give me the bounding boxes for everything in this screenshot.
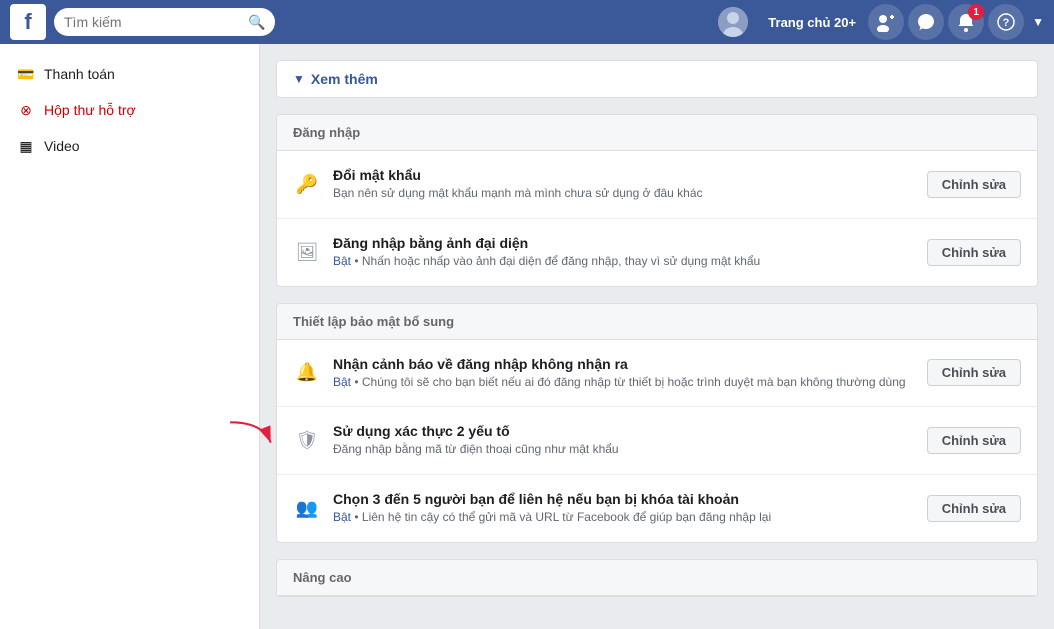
canh-bao-title: Nhận cảnh báo về đăng nhập không nhận ra bbox=[333, 356, 915, 372]
ban-be-content: Chọn 3 đến 5 người bạn để liên hệ nếu bạ… bbox=[333, 491, 915, 526]
sidebar-item-thanh-toan[interactable]: 💳 Thanh toán bbox=[0, 56, 259, 92]
bell-icon: 🔔 bbox=[293, 359, 321, 387]
ban-be-desc-text: • Liên hệ tin cậy có thể gửi mã và URL t… bbox=[354, 510, 771, 524]
nang-cao-header: Nâng cao bbox=[277, 560, 1037, 596]
xem-them-card: ▼ Xem thêm bbox=[276, 60, 1038, 98]
canh-bao-desc-text: • Chúng tôi sẽ cho bạn biết nếu ai đó đă… bbox=[354, 375, 905, 389]
sidebar-label-thanh-toan: Thanh toán bbox=[44, 66, 115, 82]
xac-thuc-content: Sử dụng xác thực 2 yếu tố Đăng nhập bằng… bbox=[333, 423, 915, 458]
anh-dai-dien-desc: Bật • Nhấn hoặc nhấp vào ảnh đại diện để… bbox=[333, 253, 915, 270]
bat-label: Bật bbox=[333, 254, 351, 268]
xac-thuc-desc: Đăng nhập bằng mã từ điện thoại cũng như… bbox=[333, 441, 915, 458]
password-icon: 🔑 bbox=[293, 170, 321, 198]
user-profile[interactable] bbox=[710, 3, 756, 41]
dang-nhap-header: Đăng nhập bbox=[277, 115, 1037, 151]
bat-label-2: Bật bbox=[333, 375, 351, 389]
xem-them-row: ▼ Xem thêm bbox=[277, 61, 1037, 97]
sidebar-item-video[interactable]: ▦ Video bbox=[0, 128, 259, 164]
anh-dai-dien-content: Đăng nhập bằng ảnh đại diện Bật • Nhấn h… bbox=[333, 235, 915, 270]
xac-thuc-title: Sử dụng xác thực 2 yếu tố bbox=[333, 423, 915, 439]
search-input[interactable] bbox=[64, 14, 244, 30]
doi-mat-khau-button[interactable]: Chỉnh sửa bbox=[927, 171, 1021, 198]
anh-dai-dien-row: 🖼 Đăng nhập bằng ảnh đại diện Bật • Nhấn… bbox=[277, 219, 1037, 286]
doi-mat-khau-title: Đổi mật khẩu bbox=[333, 167, 915, 183]
bao-mat-header: Thiết lập bảo mật bổ sung bbox=[277, 304, 1037, 340]
friends-icon: 👥 bbox=[293, 495, 321, 523]
doi-mat-khau-row: 🔑 Đổi mật khẩu Bạn nên sử dụng mật khẩu … bbox=[277, 151, 1037, 219]
sidebar-label-hop-thu: Hộp thư hỗ trợ bbox=[44, 102, 136, 118]
shield-icon: 🛡 bbox=[293, 427, 321, 455]
search-bar: 🔍 bbox=[54, 8, 275, 36]
anh-dai-dien-title: Đăng nhập bằng ảnh đại diện bbox=[333, 235, 915, 251]
facebook-logo[interactable]: f bbox=[10, 4, 46, 40]
notifications-btn[interactable]: 1 bbox=[948, 4, 984, 40]
notification-badge: 1 bbox=[968, 4, 984, 20]
xac-thuc-row: 🛡 Sử dụng xác thực 2 yếu tố Đăng nhập bằ… bbox=[277, 407, 1037, 475]
payment-icon: 💳 bbox=[16, 64, 36, 84]
main-content: ▼ Xem thêm Đăng nhập 🔑 Đổi mật khẩu Bạn … bbox=[260, 44, 1054, 629]
doi-mat-khau-content: Đổi mật khẩu Bạn nên sử dụng mật khẩu mạ… bbox=[333, 167, 915, 202]
nang-cao-group: Nâng cao bbox=[276, 559, 1038, 597]
ban-be-desc: Bật • Liên hệ tin cậy có thể gửi mã và U… bbox=[333, 509, 915, 526]
canh-bao-content: Nhận cảnh báo về đăng nhập không nhận ra… bbox=[333, 356, 915, 391]
chevron-down-icon: ▼ bbox=[293, 72, 305, 86]
doi-mat-khau-desc: Bạn nên sử dụng mật khẩu mạnh mà mình ch… bbox=[333, 185, 915, 202]
canh-bao-button[interactable]: Chỉnh sửa bbox=[927, 359, 1021, 386]
sidebar-label-video: Video bbox=[44, 138, 80, 154]
sidebar-item-hop-thu[interactable]: ⊗ Hộp thư hỗ trợ bbox=[0, 92, 259, 128]
navbar: f 🔍 Trang chủ 20+ bbox=[0, 0, 1054, 44]
support-icon: ⊗ bbox=[16, 100, 36, 120]
friend-requests-btn[interactable] bbox=[868, 4, 904, 40]
anh-dai-dien-button[interactable]: Chỉnh sửa bbox=[927, 239, 1021, 266]
dropdown-arrow[interactable]: ▼ bbox=[1032, 15, 1044, 29]
home-link[interactable]: Trang chủ 20+ bbox=[760, 11, 864, 34]
avatar bbox=[718, 7, 748, 37]
ban-be-row: 👥 Chọn 3 đến 5 người bạn để liên hệ nếu … bbox=[277, 475, 1037, 542]
svg-text:?: ? bbox=[1003, 17, 1010, 29]
bat-label-3: Bật bbox=[333, 510, 351, 524]
canh-bao-desc: Bật • Chúng tôi sẽ cho bạn biết nếu ai đ… bbox=[333, 374, 915, 391]
photo-login-icon: 🖼 bbox=[293, 238, 321, 266]
video-icon: ▦ bbox=[16, 136, 36, 156]
layout: 💳 Thanh toán ⊗ Hộp thư hỗ trợ ▦ Video ▼ … bbox=[0, 44, 1054, 629]
xac-thuc-button[interactable]: Chỉnh sửa bbox=[927, 427, 1021, 454]
dang-nhap-group: Đăng nhập 🔑 Đổi mật khẩu Bạn nên sử dụng… bbox=[276, 114, 1038, 287]
xem-them-link[interactable]: Xem thêm bbox=[311, 71, 378, 87]
messages-btn[interactable] bbox=[908, 4, 944, 40]
bao-mat-group: Thiết lập bảo mật bổ sung 🔔 Nhận cảnh bá… bbox=[276, 303, 1038, 543]
anh-dai-dien-desc-text: • Nhấn hoặc nhấp vào ảnh đại diện để đăn… bbox=[354, 254, 760, 268]
ban-be-title: Chọn 3 đến 5 người bạn để liên hệ nếu bạ… bbox=[333, 491, 915, 507]
sidebar: 💳 Thanh toán ⊗ Hộp thư hỗ trợ ▦ Video bbox=[0, 44, 260, 629]
red-arrow-annotation bbox=[222, 412, 287, 457]
search-icon[interactable]: 🔍 bbox=[248, 14, 265, 31]
canh-bao-row: 🔔 Nhận cảnh báo về đăng nhập không nhận … bbox=[277, 340, 1037, 408]
ban-be-button[interactable]: Chỉnh sửa bbox=[927, 495, 1021, 522]
navbar-right: Trang chủ 20+ 1 ? bbox=[710, 3, 1044, 41]
help-btn[interactable]: ? bbox=[988, 4, 1024, 40]
